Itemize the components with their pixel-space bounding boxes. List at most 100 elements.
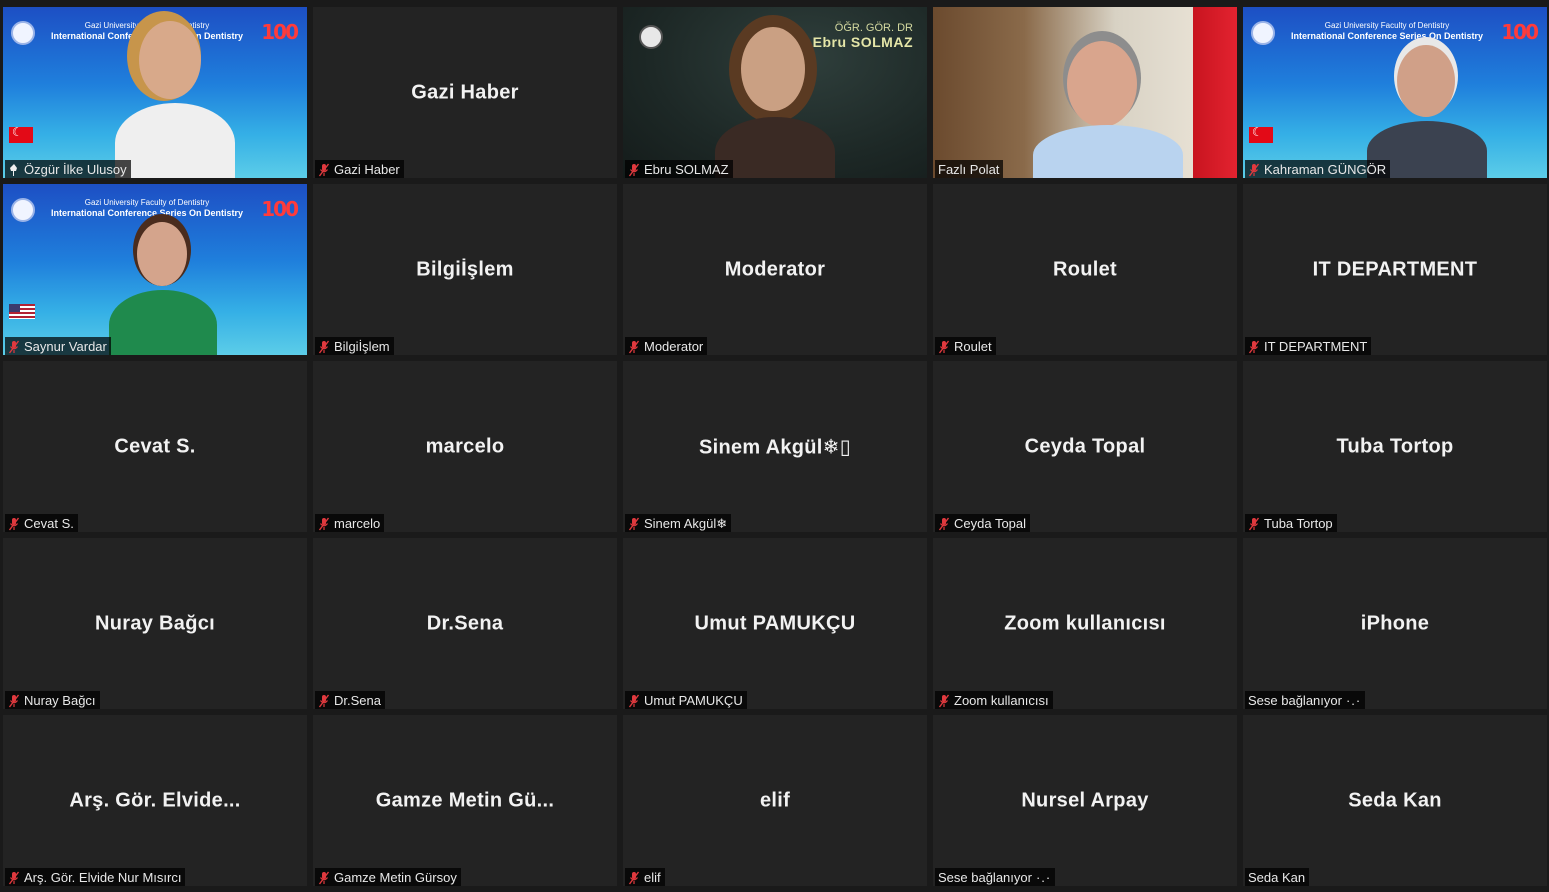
mic-muted-icon — [1248, 340, 1260, 354]
video-tile[interactable]: Gamze Metin Gü... Gamze Metin Gürsoy — [313, 715, 617, 886]
video-tile[interactable]: Gazi University Faculty of Dentistry Inte… — [1243, 7, 1547, 178]
video-tile[interactable]: Tuba Tortop Tuba Tortop — [1243, 361, 1547, 532]
video-tile[interactable]: Ceyda Topal Ceyda Topal — [933, 361, 1237, 532]
video-tile[interactable]: Zoom kullanıcısı Zoom kullanıcısı — [933, 538, 1237, 709]
participant-label: Roulet — [935, 337, 996, 355]
participant-name: IT DEPARTMENT — [1264, 339, 1368, 354]
participant-name: Dr.Sena — [334, 693, 381, 708]
mic-muted-icon — [8, 871, 20, 885]
participant-name: marcelo — [334, 516, 381, 531]
conference-line2: International Conference Series On Denti… — [1290, 31, 1484, 41]
participant-tile-name: Bilgiİşlem — [416, 258, 514, 280]
participant-name: Umut PAMUKÇU — [644, 693, 743, 708]
participant-name: Özgür İlke Ulusoy — [24, 162, 127, 177]
participant-tile-name: IT DEPARTMENT — [1312, 258, 1478, 280]
video-tile[interactable]: Arş. Gör. Elvide... Arş. Gör. Elvide Nur… — [3, 715, 307, 886]
video-tile[interactable]: marcelo marcelo — [313, 361, 617, 532]
participant-video — [933, 7, 1237, 178]
participant-tile-name: Roulet — [1052, 258, 1118, 280]
participant-label: Dr.Sena — [315, 691, 385, 709]
conference-line2: International Conference Series On Denti… — [50, 208, 244, 218]
anniversary-badge: 100 — [261, 197, 299, 221]
anniversary-badge: 100 — [1501, 20, 1539, 44]
participant-label: Bilgiİşlem — [315, 337, 394, 355]
video-tile[interactable]: Moderator Moderator — [623, 184, 927, 355]
participant-label: Sinem Akgül❄ — [625, 514, 732, 532]
participant-name: Nuray Bağcı — [24, 693, 96, 708]
person-figure — [1033, 37, 1183, 178]
participant-name: Gamze Metin Gürsoy — [334, 870, 457, 885]
video-tile[interactable]: Bilgiİşlem Bilgiİşlem — [313, 184, 617, 355]
participant-label: Sese bağlanıyor ·.· — [1245, 691, 1366, 709]
participant-tile-name: Sinem Akgül❄▯ — [698, 436, 852, 458]
video-tile[interactable]: Nursel Arpay Sese bağlanıyor ·.· — [933, 715, 1237, 886]
participant-label: marcelo — [315, 514, 385, 532]
pin-icon — [8, 163, 20, 177]
video-tile[interactable]: Cevat S. Cevat S. — [3, 361, 307, 532]
mic-muted-icon — [318, 871, 330, 885]
mic-muted-icon — [628, 163, 640, 177]
university-logo-icon — [11, 198, 35, 222]
person-figure — [715, 21, 835, 178]
video-tile[interactable]: elif elif — [623, 715, 927, 886]
video-tile[interactable]: Sinem Akgül❄▯ Sinem Akgül❄ — [623, 361, 927, 532]
video-tile[interactable]: iPhone Sese bağlanıyor ·.· — [1243, 538, 1547, 709]
video-tile[interactable]: Gazi University Faculty of Dentistry Inte… — [3, 7, 307, 178]
participant-tile-name: Tuba Tortop — [1336, 435, 1454, 457]
mic-muted-icon — [318, 340, 330, 354]
participant-tile-name: Nursel Arpay — [1021, 789, 1149, 811]
participant-label: Özgür İlke Ulusoy — [5, 160, 131, 178]
video-tile[interactable]: IT DEPARTMENT IT DEPARTMENT — [1243, 184, 1547, 355]
mic-muted-icon — [318, 694, 330, 708]
participant-tile-name: elif — [759, 789, 791, 811]
participant-name: Ebru SOLMAZ — [644, 162, 729, 177]
participant-tile-name: Gamze Metin Gü... — [375, 789, 555, 811]
person-figure — [115, 17, 235, 178]
video-tile[interactable]: Nuray Bağcı Nuray Bağcı — [3, 538, 307, 709]
participant-tile-name: Seda Kan — [1348, 789, 1442, 811]
participant-tile-name: Cevat S. — [114, 435, 196, 457]
university-logo-icon — [1251, 21, 1275, 45]
video-tile[interactable]: Fazlı Polat — [933, 7, 1237, 178]
participant-label: Moderator — [625, 337, 708, 355]
participant-tile-name: Dr.Sena — [426, 612, 504, 634]
title-overlay: ÖĞR. GÖR. DR — [834, 22, 913, 34]
participant-label: Tuba Tortop — [1245, 514, 1337, 532]
participant-name: Sinem Akgül❄ — [644, 516, 728, 531]
participant-label: Saynur Vardar — [5, 337, 111, 355]
participant-label: Gazi Haber — [315, 160, 404, 178]
turkey-flag-icon — [1193, 7, 1237, 178]
video-tile[interactable]: ÖĞR. GÖR. DR Ebru SOLMAZ Ebru SOLMAZ — [623, 7, 927, 178]
participant-name: elif — [644, 870, 661, 885]
participant-tile-name: marcelo — [425, 435, 505, 457]
mic-muted-icon — [8, 694, 20, 708]
participant-tile-name: Zoom kullanıcısı — [1004, 612, 1166, 634]
participant-label: Ceyda Topal — [935, 514, 1031, 532]
participant-label: Nuray Bağcı — [5, 691, 100, 709]
participant-video: Gazi University Faculty of Dentistry Inte… — [1243, 7, 1547, 178]
participant-tile-name: iPhone — [1360, 612, 1430, 634]
participant-label: Kahraman GÜNGÖR — [1245, 160, 1391, 178]
mic-muted-icon — [1248, 517, 1260, 531]
video-tile[interactable]: Dr.Sena Dr.Sena — [313, 538, 617, 709]
participant-name: Saynur Vardar — [24, 339, 107, 354]
us-flag-icon — [9, 304, 35, 319]
participant-name: Cevat S. — [24, 516, 74, 531]
video-tile[interactable]: Seda Kan Seda Kan — [1243, 715, 1547, 886]
participant-name: Seda Kan — [1248, 870, 1306, 885]
participant-label: Seda Kan — [1245, 868, 1310, 886]
video-tile[interactable]: Roulet Roulet — [933, 184, 1237, 355]
mic-muted-icon — [628, 871, 640, 885]
participant-name: Arş. Gör. Elvide Nur Mısırcı — [24, 870, 182, 885]
participant-label: Gamze Metin Gürsoy — [315, 868, 461, 886]
participant-tile-name: Arş. Gör. Elvide... — [69, 789, 241, 811]
mic-muted-icon — [628, 340, 640, 354]
mic-muted-icon — [938, 694, 950, 708]
video-tile[interactable]: Umut PAMUKÇU Umut PAMUKÇU — [623, 538, 927, 709]
video-tile[interactable]: Gazi University Faculty of Dentistry Inte… — [3, 184, 307, 355]
participant-name: Zoom kullanıcısı — [954, 693, 1049, 708]
anniversary-badge: 100 — [261, 20, 299, 44]
participant-video: Gazi University Faculty of Dentistry Inte… — [3, 184, 307, 355]
participant-tile-name: Nuray Bağcı — [94, 612, 215, 634]
video-tile[interactable]: Gazi Haber Gazi Haber — [313, 7, 617, 178]
